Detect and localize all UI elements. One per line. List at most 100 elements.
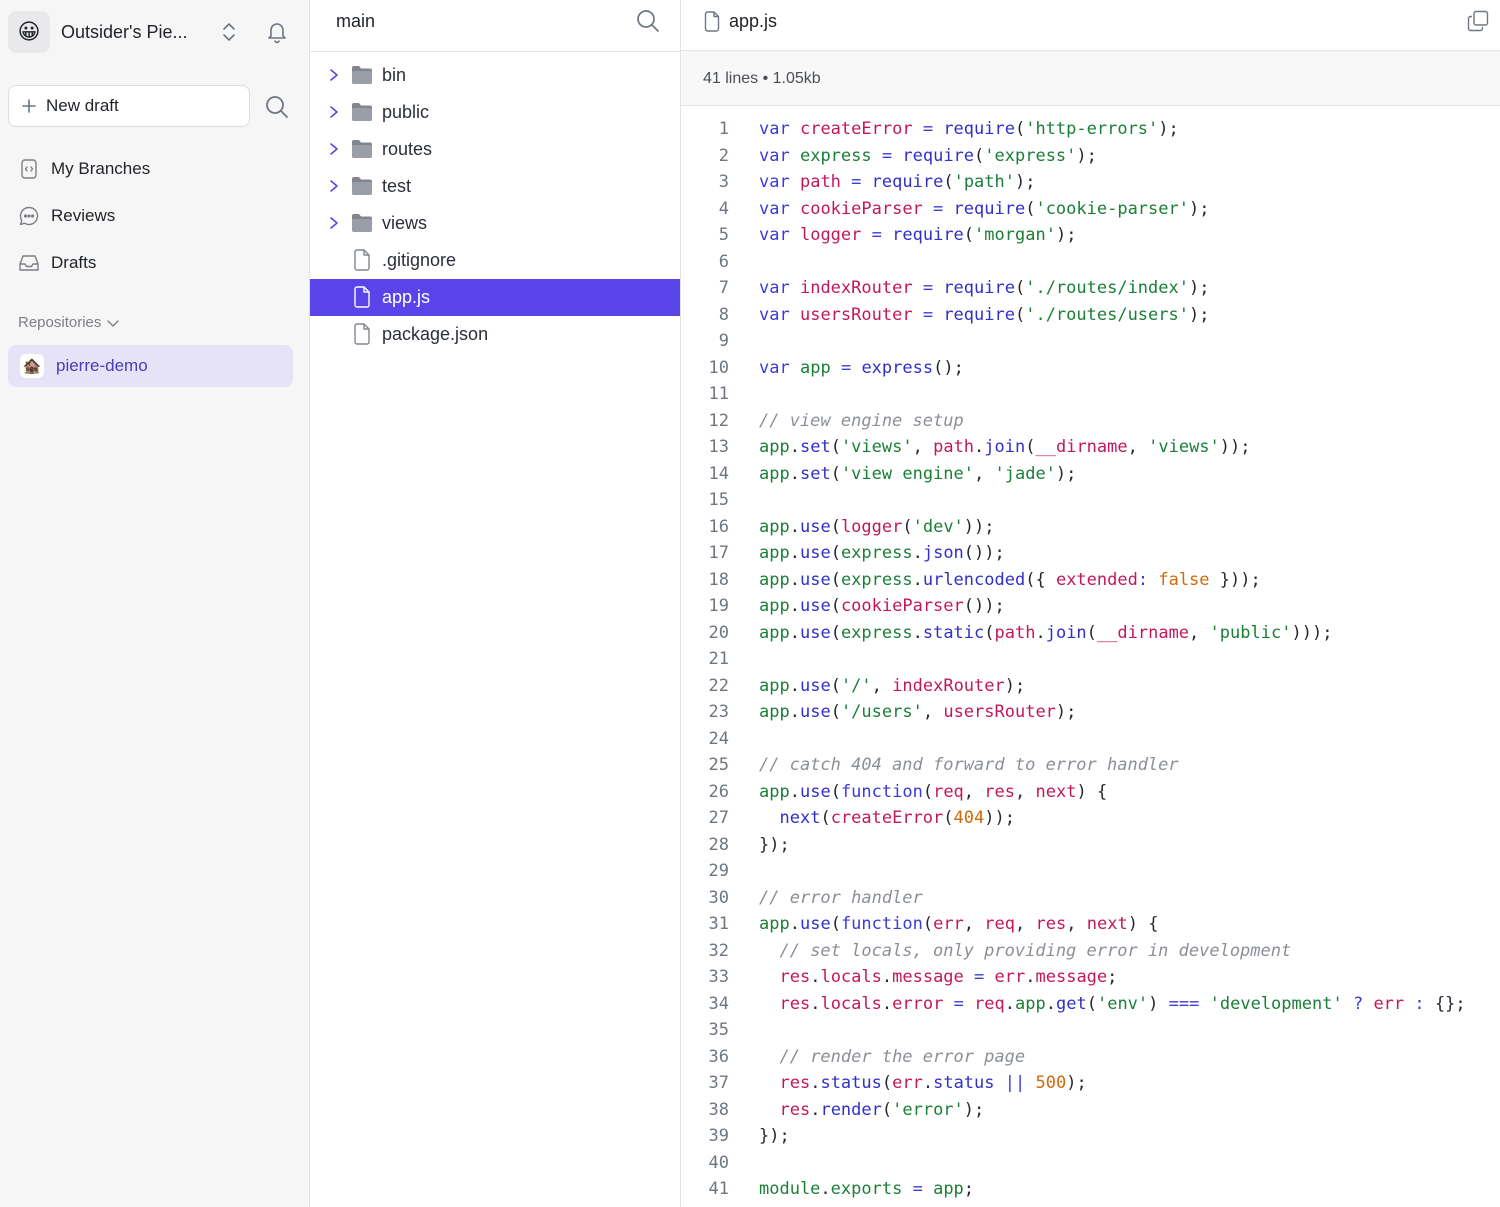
- folder-icon: [352, 214, 372, 232]
- code-text: // render the error page: [779, 1046, 1026, 1067]
- new-draft-button[interactable]: New draft: [8, 85, 250, 127]
- tree-item-label: package.json: [382, 324, 489, 344]
- sidebar-item-reviews[interactable]: Reviews: [18, 202, 115, 230]
- line-number[interactable]: 26: [681, 779, 729, 806]
- line-number[interactable]: 28: [681, 832, 729, 859]
- line-number[interactable]: 30: [681, 885, 729, 912]
- sidebar-item-drafts[interactable]: Drafts: [18, 249, 96, 277]
- line-number[interactable]: 18: [681, 567, 729, 594]
- code-text: app.set('view engine', 'jade');: [759, 463, 1077, 484]
- chevron-right-icon[interactable]: [327, 179, 341, 193]
- sidebar-item-my-branches[interactable]: My Branches: [18, 155, 150, 183]
- branch-name[interactable]: main: [336, 11, 375, 32]
- line-number[interactable]: 20: [681, 620, 729, 647]
- chevron-right-icon[interactable]: [327, 216, 341, 230]
- repositories-heading[interactable]: Repositories: [18, 314, 120, 331]
- workspace-avatar: 😀: [8, 11, 50, 53]
- chevron-right-icon[interactable]: [327, 68, 341, 82]
- line-number[interactable]: 7: [681, 275, 729, 302]
- code-text: res.locals.message = err.message;: [779, 967, 1118, 987]
- line-number[interactable]: 21: [681, 646, 729, 673]
- tree-folder-test[interactable]: test: [310, 168, 680, 205]
- code-line: 33 res.locals.message = err.message;: [681, 964, 1500, 991]
- folder-icon: [352, 66, 372, 84]
- repository-name: pierre-demo: [56, 356, 148, 375]
- tree-item-label: public: [382, 102, 430, 122]
- chevron-right-icon[interactable]: [327, 105, 341, 119]
- line-number[interactable]: 8: [681, 302, 729, 329]
- chevron-right-icon[interactable]: [327, 142, 341, 156]
- code-line: 4 var cookieParser = require('cookie-pars…: [681, 196, 1500, 223]
- line-number[interactable]: 1: [681, 116, 729, 143]
- tree-folder-bin[interactable]: bin: [310, 57, 680, 94]
- house-emoji-icon: 🏚️: [22, 358, 42, 375]
- line-number[interactable]: 33: [681, 964, 729, 991]
- line-number[interactable]: 9: [681, 328, 729, 355]
- code-line: 16 app.use(logger('dev'));: [681, 514, 1500, 541]
- line-number[interactable]: 23: [681, 699, 729, 726]
- line-number[interactable]: 6: [681, 249, 729, 276]
- line-number[interactable]: 35: [681, 1017, 729, 1044]
- line-number[interactable]: 12: [681, 408, 729, 435]
- line-number[interactable]: 31: [681, 911, 729, 938]
- line-number[interactable]: 11: [681, 381, 729, 408]
- code-lines[interactable]: 1 var createError = require('http-errors'…: [681, 116, 1500, 1203]
- line-number[interactable]: 41: [681, 1176, 729, 1203]
- line-number[interactable]: 5: [681, 222, 729, 249]
- code-line: 19 app.use(cookieParser());: [681, 593, 1500, 620]
- tree-file-app-js[interactable]: app.js: [310, 279, 680, 316]
- tree-folder-public[interactable]: public: [310, 94, 680, 131]
- smiley-emoji-icon: 😀: [17, 19, 41, 44]
- line-number[interactable]: 3: [681, 169, 729, 196]
- tree-folder-routes[interactable]: routes: [310, 131, 680, 168]
- code-text: var createError = require('http-errors')…: [759, 119, 1179, 139]
- copy-icon[interactable]: [1467, 10, 1489, 32]
- code-line: 2 var express = require('express');: [681, 143, 1500, 170]
- code-line: 3 var path = require('path');: [681, 169, 1500, 196]
- line-number[interactable]: 10: [681, 355, 729, 382]
- repository-item-pierre-demo[interactable]: 🏚️ pierre-demo: [8, 345, 293, 387]
- line-number[interactable]: 29: [681, 858, 729, 885]
- line-number[interactable]: 32: [681, 938, 729, 965]
- line-number[interactable]: 38: [681, 1097, 729, 1124]
- line-number[interactable]: 40: [681, 1150, 729, 1177]
- line-number[interactable]: 25: [681, 752, 729, 779]
- line-number[interactable]: 15: [681, 487, 729, 514]
- tree-folder-views[interactable]: views: [310, 205, 680, 242]
- code-line: 28});: [681, 832, 1500, 859]
- line-number[interactable]: 14: [681, 461, 729, 488]
- tree-file-package-json[interactable]: package.json: [310, 316, 680, 353]
- file-icon: [354, 286, 370, 308]
- line-number[interactable]: 22: [681, 673, 729, 700]
- workspace-switcher[interactable]: 😀 Outsider's Pie...: [8, 10, 302, 54]
- line-number[interactable]: 2: [681, 143, 729, 170]
- line-number[interactable]: 13: [681, 434, 729, 461]
- line-number[interactable]: 36: [681, 1044, 729, 1071]
- line-number[interactable]: 24: [681, 726, 729, 753]
- code-text: // catch 404 and forward to error handle…: [759, 755, 1179, 775]
- search-icon[interactable]: [636, 9, 660, 33]
- code-text: var path = require('path');: [759, 172, 1036, 192]
- tree-item-label: routes: [382, 139, 433, 159]
- folder-icon: [352, 140, 372, 158]
- code-text: app.use('/', indexRouter);: [759, 675, 1026, 696]
- bell-icon[interactable]: [264, 19, 290, 45]
- line-number[interactable]: 4: [681, 196, 729, 223]
- line-number[interactable]: 37: [681, 1070, 729, 1097]
- code-line: 29: [681, 858, 1500, 885]
- workspace-name[interactable]: Outsider's Pie...: [61, 22, 211, 43]
- line-number[interactable]: 34: [681, 991, 729, 1018]
- chevron-up-down-icon[interactable]: [218, 20, 240, 44]
- line-number[interactable]: 16: [681, 514, 729, 541]
- code-text: });: [759, 1126, 790, 1146]
- line-number[interactable]: 19: [681, 593, 729, 620]
- tree-file-gitignore[interactable]: .gitignore: [310, 242, 680, 279]
- line-number[interactable]: 17: [681, 540, 729, 567]
- line-number[interactable]: 27: [681, 805, 729, 832]
- line-number[interactable]: 39: [681, 1123, 729, 1150]
- code-text: app.set('views', path.join(__dirname, 'v…: [759, 437, 1251, 457]
- code-line: 27 next(createError(404));: [681, 805, 1500, 832]
- search-icon[interactable]: [264, 94, 290, 120]
- code-line: 17 app.use(express.json());: [681, 540, 1500, 567]
- code-line: 5 var logger = require('morgan');: [681, 222, 1500, 249]
